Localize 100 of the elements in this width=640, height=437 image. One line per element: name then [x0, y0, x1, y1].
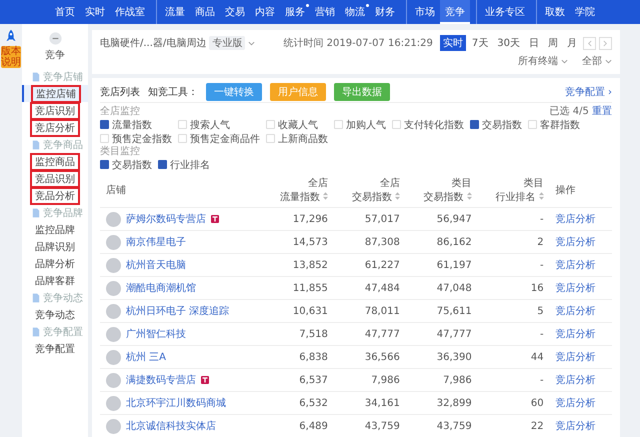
table-cell: 7,986 — [334, 368, 406, 392]
table-cell: 11,855 — [262, 276, 334, 300]
table-cell: 43,759 — [406, 414, 478, 437]
period-tab[interactable]: 周 — [545, 35, 561, 51]
period-tab[interactable]: 实时 — [440, 35, 466, 51]
shop-name-link[interactable]: 萨姆尔数码专营店 — [126, 212, 206, 226]
sidebar-item[interactable]: 品牌客群 — [22, 272, 88, 289]
sidebar-item[interactable]: 品牌识别 — [22, 238, 88, 255]
chevron-right-icon[interactable] — [603, 40, 608, 46]
period-tab[interactable]: 月 — [564, 35, 580, 51]
shop-analysis-link[interactable]: 竞店分析 — [556, 306, 596, 317]
table-cell: 36,566 — [334, 346, 406, 368]
sidebar-item[interactable]: 竞争配置 — [22, 340, 88, 357]
shop-name-link[interactable]: 满捷数码专营店 — [126, 373, 196, 387]
table-cell: 57,017 — [334, 208, 406, 230]
nav-tab[interactable]: 交易 — [220, 0, 250, 24]
sidebar-item[interactable]: 监控店铺 — [22, 85, 88, 102]
nav-tab[interactable]: 作战室 — [110, 0, 150, 24]
shop-name-link[interactable]: 北京环宇江川数码商城 — [126, 396, 226, 410]
period-tab[interactable]: 30天 — [494, 35, 523, 51]
nav-tab[interactable]: 流量 — [156, 0, 190, 24]
shop-analysis-link[interactable]: 竞店分析 — [556, 375, 596, 386]
table-cell: 61,197 — [406, 254, 478, 276]
table-cell: 78,011 — [334, 300, 406, 322]
nav-tab[interactable]: 取数 — [536, 0, 570, 24]
column-header: 全店 交易指数 — [334, 173, 406, 208]
chevron-left-icon[interactable] — [587, 40, 592, 46]
sort-icon[interactable] — [538, 192, 544, 200]
shop-name-link[interactable]: 杭州音天电脑 — [126, 258, 186, 272]
nav-tab[interactable]: 实时 — [80, 0, 110, 24]
sidebar-item[interactable]: 竞争动态 — [22, 306, 88, 323]
shop-name-link[interactable]: 潮酷电商潮机馆 — [126, 281, 196, 295]
table-cell: 32,899 — [406, 392, 478, 414]
checkbox-option[interactable]: 支付转化指数 — [392, 118, 464, 131]
shop-analysis-link[interactable]: 竞店分析 — [556, 214, 596, 225]
shop-analysis-link[interactable]: 竞店分析 — [556, 421, 596, 432]
checkbox-option[interactable]: 预售定金指数 — [100, 132, 172, 145]
table-cell: 47,484 — [334, 276, 406, 300]
table-cell: 22 — [478, 414, 550, 437]
table-cell: 75,611 — [406, 300, 478, 322]
checkbox-option[interactable]: 加购人气 — [334, 118, 386, 131]
sort-icon[interactable] — [322, 192, 328, 200]
checkbox-option[interactable]: 收藏人气 — [266, 118, 328, 131]
nav-tab[interactable]: 竞争 — [440, 0, 470, 24]
shop-name-link[interactable]: 北京诚信科技实体店 — [126, 419, 216, 433]
sidebar-item[interactable]: 品牌分析 — [22, 255, 88, 272]
column-header: 操作 — [550, 173, 612, 208]
caret-icon — [605, 58, 612, 64]
shop-logo-placeholder — [106, 418, 121, 434]
table-cell: 2 — [478, 230, 550, 254]
shop-name-link[interactable]: 南京伟星电子 — [126, 235, 186, 249]
table-cell: 14,573 — [262, 230, 334, 254]
table-cell: 36,390 — [406, 346, 478, 368]
shop-name-link[interactable]: 杭州日环电子 深度追踪 — [126, 304, 230, 318]
checkbox-option[interactable]: 流量指数 — [100, 118, 172, 131]
shop-analysis-link[interactable]: 竞店分析 — [556, 260, 596, 271]
nav-tab[interactable]: 学院 — [570, 0, 600, 24]
shop-name-link[interactable]: 杭州 三A — [126, 350, 166, 364]
nav-tab[interactable]: 业务专区 — [476, 0, 530, 24]
shop-analysis-link[interactable]: 竞店分析 — [556, 352, 596, 363]
sidebar-section: 竞争配置 — [43, 324, 83, 338]
tools-label: 知竞工具： — [148, 86, 198, 99]
shop-analysis-link[interactable]: 竞店分析 — [556, 283, 596, 294]
checkbox-option[interactable]: 上新商品数 — [266, 132, 328, 145]
shop-analysis-link[interactable]: 竞店分析 — [556, 398, 596, 409]
checkbox-option[interactable]: 预售定金商品件 — [178, 132, 260, 145]
shop-analysis-link[interactable]: 竞店分析 — [556, 237, 596, 248]
config-link[interactable]: 竞争配置 › — [564, 85, 612, 99]
shop-name-link[interactable]: 广州智仁科技 — [126, 327, 186, 341]
table-cell: - — [478, 254, 550, 276]
period-tab[interactable]: 日 — [526, 35, 542, 51]
checkbox-option[interactable]: 搜索人气 — [178, 118, 260, 131]
nav-tab[interactable]: 营销 — [310, 0, 340, 24]
sidebar-item[interactable]: 监控品牌 — [22, 221, 88, 238]
sort-icon[interactable] — [466, 192, 472, 200]
nav-tab[interactable]: 内容 — [250, 0, 280, 24]
nav-tab[interactable]: 商品 — [190, 0, 220, 24]
group-label: 类目监控 — [100, 145, 140, 158]
reset-link[interactable]: 重置 — [592, 106, 612, 117]
document-icon — [32, 140, 40, 150]
table-cell: - — [478, 322, 550, 346]
filter-dropdown[interactable]: 所有终端 — [518, 54, 558, 68]
table-cell: 34,161 — [334, 392, 406, 414]
checkbox-option[interactable]: 交易指数 — [470, 118, 522, 131]
nav-tab[interactable]: 服务 — [280, 0, 310, 24]
filter-dropdown[interactable]: 全部 — [582, 54, 602, 68]
category-selector[interactable]: 电脑硬件/...器/电脑周边 — [100, 36, 206, 50]
checkbox-option[interactable]: 客群指数 — [528, 118, 580, 131]
period-tab[interactable]: 7天 — [468, 35, 492, 51]
shop-analysis-link[interactable]: 竞店分析 — [556, 329, 596, 340]
table-cell: 6,838 — [262, 346, 334, 368]
checkbox-option[interactable]: 行业排名 — [158, 158, 210, 171]
nav-tab[interactable]: 财务 — [370, 0, 400, 24]
nav-tab[interactable]: 物流 — [340, 0, 370, 24]
table-cell: 61,227 — [334, 254, 406, 276]
nav-tab[interactable]: 首页 — [50, 0, 80, 24]
sort-icon[interactable] — [394, 192, 400, 200]
column-header: 店铺 — [100, 173, 262, 208]
table-cell: 47,048 — [406, 276, 478, 300]
checkbox-option[interactable]: 交易指数 — [100, 158, 152, 171]
